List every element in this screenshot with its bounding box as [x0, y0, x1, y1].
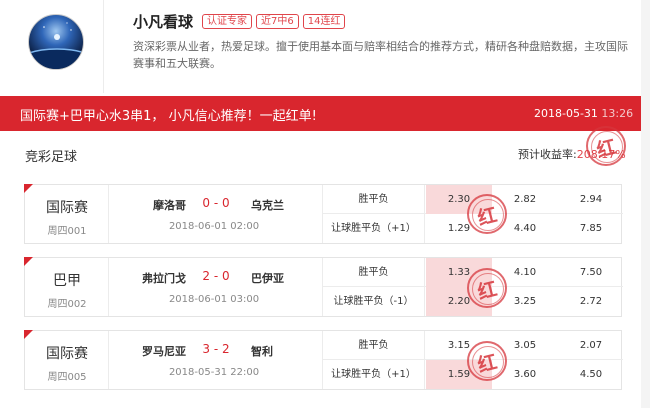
expert-description: 资深彩票从业者，热爱足球。擅于使用基本面与赔率相结合的推荐方式，精研各种盘赔数据…	[133, 40, 628, 70]
match-number: 周四001	[47, 226, 87, 237]
stamp-text: 红	[475, 277, 500, 304]
avatar[interactable]	[28, 14, 84, 70]
match-number: 周四002	[47, 299, 87, 310]
match-row[interactable]: 巴甲 周四002 弗拉门戈 2 - 0 巴伊亚 2018-06-01 03:00 胜平负 1.…	[24, 257, 624, 317]
kickoff-time: 2018-06-01 03:00	[168, 294, 260, 305]
score: 2 - 0	[202, 269, 230, 283]
kickoff-time: 2018-06-01 02:00	[168, 221, 260, 232]
league-box: 巴甲周四002	[25, 258, 109, 316]
odds-cell[interactable]: 7.50	[558, 258, 624, 287]
match-number: 周四005	[47, 372, 87, 383]
banner-date-time: 13:26	[597, 107, 634, 120]
score: 0 - 0	[202, 196, 230, 210]
red-stamp-icon: 红	[467, 194, 507, 234]
recommendation-banner: 国际赛+巴甲心水3串1， 小凡信心推荐！一起红单! 2018-05-31 13:…	[0, 96, 641, 131]
bet-type: 让球胜平负（-1）	[323, 287, 425, 316]
away-team[interactable]: 巴伊亚	[251, 270, 284, 286]
stamp-text: 红	[594, 135, 619, 162]
league-name: 国际赛	[46, 346, 88, 362]
stamp-text: 红	[475, 203, 500, 230]
odds-cell[interactable]: 4.50	[558, 360, 624, 389]
red-stamp-icon: 红	[467, 341, 507, 381]
match-row[interactable]: 国际赛周四001 摩洛哥 0 - 0 乌克兰 2018-06-01 02:00 胜平负 2.…	[24, 184, 624, 244]
expert-card: 小凡看球 认证专家 近7中6 14连红 资深彩票从业者，热爱足球。擅于使用基本面…	[3, 0, 641, 93]
match-row[interactable]: 国际赛 周四005 罗马尼亚 3 - 2 智利 2018-05-31 22:00 胜平负 3.…	[24, 330, 624, 390]
odds-cell[interactable]: 2.72	[558, 287, 624, 316]
page: 小凡看球 认证专家 近7中6 14连红 资深彩票从业者，热爱足球。擅于使用基本面…	[0, 0, 650, 408]
teams: 弗拉门戈 2 - 0 巴伊亚	[109, 269, 319, 288]
home-team[interactable]: 摩洛哥	[153, 197, 186, 213]
expert-name[interactable]: 小凡看球	[133, 11, 193, 32]
red-stamp-icon: 红	[586, 126, 626, 166]
teams: 摩洛哥 0 - 0 乌克兰	[109, 196, 319, 215]
banner-date-day: 2018-05-31	[534, 107, 598, 120]
yield-label: 预计收益率:	[518, 148, 577, 161]
tag-streak: 14连红	[302, 14, 346, 29]
odds-cell[interactable]: 2.07	[558, 331, 624, 360]
odds-cell[interactable]: 2.94	[558, 185, 624, 214]
bet-type: 胜平负	[323, 331, 425, 360]
league-name: 国际赛	[46, 200, 88, 216]
score: 3 - 2	[202, 342, 230, 356]
league-box: 国际赛周四005	[25, 331, 109, 389]
earth-icon	[29, 22, 83, 69]
bet-type: 胜平负	[323, 258, 425, 287]
bet-type: 让球胜平负（+1）	[323, 214, 425, 243]
tag-certified: 认证专家	[202, 14, 252, 29]
banner-title: 国际赛+巴甲心水3串1， 小凡信心推荐！一起红单!	[20, 109, 317, 124]
stamp-text: 红	[475, 350, 500, 377]
away-team[interactable]: 智利	[251, 343, 273, 359]
section-title: 竞彩足球	[25, 150, 78, 165]
away-team[interactable]: 乌克兰	[251, 197, 284, 213]
league-name: 巴甲	[53, 273, 81, 289]
league-box: 国际赛周四001	[25, 185, 109, 243]
kickoff-time: 2018-05-31 22:00	[168, 367, 260, 378]
teams: 罗马尼亚 3 - 2 智利	[109, 342, 319, 361]
scrollbar[interactable]	[641, 0, 650, 408]
bet-type: 让球胜平负（+1）	[323, 360, 425, 389]
home-team[interactable]: 弗拉门戈	[142, 270, 186, 286]
home-team[interactable]: 罗马尼亚	[142, 343, 186, 359]
tag-recent-record: 近7中6	[256, 14, 299, 29]
odds-cell[interactable]: 7.85	[558, 214, 624, 243]
expert-tags: 认证专家 近7中6 14连红	[202, 14, 346, 29]
avatar-column	[3, 0, 104, 93]
red-stamp-icon: 红	[467, 268, 507, 308]
banner-date: 2018-05-31 13:26	[534, 107, 633, 120]
bet-type: 胜平负	[323, 185, 425, 214]
